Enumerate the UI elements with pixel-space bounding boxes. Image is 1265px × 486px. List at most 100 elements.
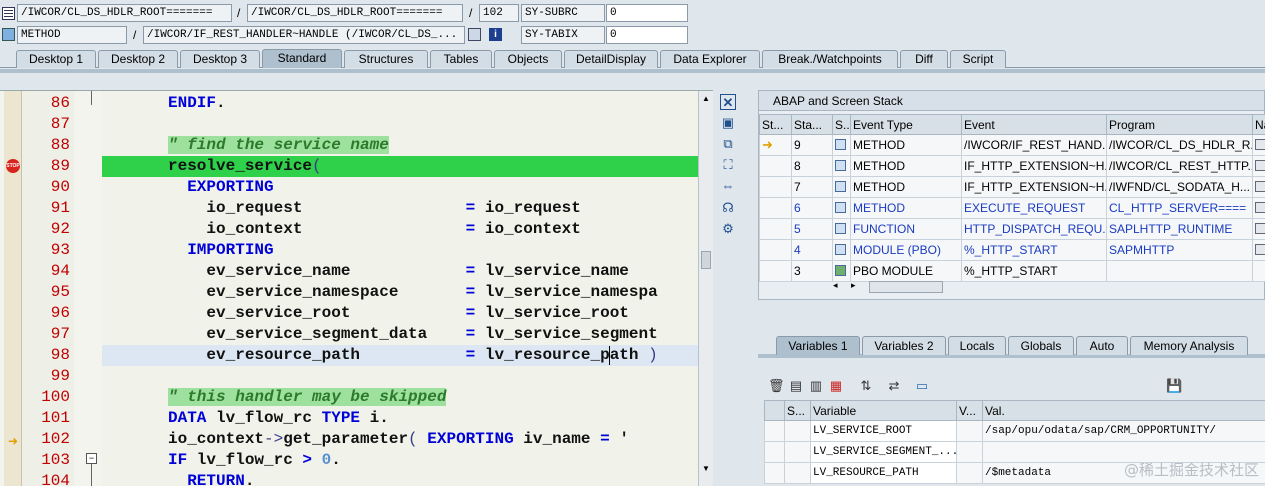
tab-tables[interactable]: Tables [430, 50, 492, 68]
col-na[interactable]: Na [1252, 114, 1265, 135]
save-icon[interactable]: 💾 [1166, 378, 1182, 394]
table-row[interactable]: 4 MODULE (PBO) %_HTTP_START SAPMHTTP [759, 239, 1265, 261]
tab-globals[interactable]: Globals [1008, 336, 1074, 355]
close-icon[interactable]: ✕ [720, 94, 736, 110]
sysvar-value-field[interactable]: 0 [606, 4, 688, 22]
sysvar-name-field[interactable]: SY-SUBRC [521, 4, 605, 22]
remove-row-icon[interactable]: ▦ [828, 378, 844, 394]
tab-variables-2[interactable]: Variables 2 [862, 336, 946, 355]
services-icon[interactable]: ☊ [720, 200, 736, 216]
variable-name[interactable]: LV_SERVICE_SEGMENT_... [810, 441, 957, 463]
table-row[interactable]: 5 FUNCTION HTTP_DISPATCH_REQU... SAPLHTT… [759, 218, 1265, 240]
col-v[interactable]: V... [956, 400, 983, 421]
tab-detail-display[interactable]: DetailDisplay [564, 50, 658, 68]
col-status[interactable]: St... [759, 114, 792, 135]
tab-data-explorer[interactable]: Data Explorer [660, 50, 760, 68]
table-row[interactable]: LV_SERVICE_ROOT /sap/opu/odata/sap/CRM_O… [764, 420, 1265, 442]
sort-icon[interactable]: ⇅ [858, 378, 874, 394]
event-name-field[interactable]: /IWCOR/IF_REST_HANDLER~HANDLE (/IWCOR/CL… [143, 26, 465, 44]
tab-underline [0, 69, 1265, 73]
settings-icon[interactable]: ⚙ [720, 221, 736, 237]
event-type: METHOD [850, 155, 962, 177]
delete-icon[interactable]: 🗑 [768, 378, 785, 394]
append-icon[interactable]: ▥ [808, 378, 824, 394]
tab-break-watchpoints[interactable]: Break./Watchpoints [762, 50, 898, 68]
variable-name[interactable]: LV_SERVICE_ROOT [810, 420, 957, 442]
swap-icon[interactable]: ⇔ [720, 178, 736, 194]
tab-diff[interactable]: Diff [900, 50, 948, 68]
row-selector[interactable] [764, 420, 785, 442]
sysvar2-name-field[interactable]: SY-TABIX [521, 26, 605, 44]
source-code-editor[interactable]: STOP ➜ − 86 ENDIF. 87 88 " find the servic… [0, 90, 713, 486]
event-type: METHOD [850, 176, 962, 198]
variable-name[interactable]: LV_RESOURCE_PATH [810, 462, 957, 484]
col-s[interactable]: S... [784, 400, 811, 421]
event-type-field[interactable]: METHOD [17, 26, 127, 44]
new-tool-icon[interactable]: ▣ [720, 115, 736, 131]
tab-standard[interactable]: Standard [262, 49, 342, 68]
display-icon[interactable] [1252, 239, 1265, 261]
tab-desktop-2[interactable]: Desktop 2 [98, 50, 178, 68]
tab-script[interactable]: Script [950, 50, 1006, 68]
code-line: 91 io_request = io_request [50, 199, 581, 217]
table-row[interactable]: 7 METHOD IF_HTTP_EXTENSION~H... /IWFND/C… [759, 176, 1265, 198]
table-row[interactable]: 3 PBO MODULE %_HTTP_START [759, 260, 1265, 282]
scroll-left-arrow-icon[interactable]: ◂ [833, 280, 838, 291]
maximize-icon[interactable]: ⛶ [720, 157, 736, 173]
display-icon[interactable] [1252, 197, 1265, 219]
col-event-type[interactable]: Event Type [850, 114, 962, 135]
tab-structures[interactable]: Structures [344, 50, 428, 68]
tab-desktop-1[interactable]: Desktop 1 [16, 50, 96, 68]
program [1106, 260, 1253, 282]
col-stack-level[interactable]: Sta... [791, 114, 833, 135]
variable-value[interactable]: /sap/opu/odata/sap/CRM_OPPORTUNITY/ [982, 420, 1265, 442]
folder-icon[interactable]: ▭ [914, 378, 930, 394]
h-scrollbar[interactable]: ◂ ▸ [833, 280, 953, 294]
tab-variables-1[interactable]: Variables 1 [776, 336, 860, 355]
table-row[interactable]: ➜ 9 METHOD /IWCOR/IF_REST_HAND... /IWCOR… [759, 134, 1265, 156]
line-number-field[interactable]: 102 [479, 4, 519, 22]
tab-desktop-3[interactable]: Desktop 3 [180, 50, 260, 68]
navigate-icon[interactable] [468, 28, 481, 41]
tab-auto[interactable]: Auto [1076, 336, 1128, 355]
display-icon[interactable] [1252, 155, 1265, 177]
display-icon[interactable] [1252, 218, 1265, 240]
scroll-up-arrow-icon[interactable]: ▲ [700, 93, 712, 105]
stack-table: St... Sta... S... Event Type Event Progr… [759, 114, 1265, 282]
scroll-right-arrow-icon[interactable]: ▸ [851, 280, 856, 291]
display-icon[interactable] [1252, 176, 1265, 198]
col-s[interactable]: S... [832, 114, 851, 135]
transfer-icon[interactable]: ⇄ [886, 378, 902, 394]
code-line: 94 ev_service_name = lv_service_name [50, 262, 629, 280]
col-variable[interactable]: Variable [810, 400, 957, 421]
col-value[interactable]: Val. [982, 400, 1265, 421]
table-row[interactable]: 6 METHOD EXECUTE_REQUEST CL_HTTP_SERVER=… [759, 197, 1265, 219]
col-program[interactable]: Program [1106, 114, 1253, 135]
row-selector[interactable] [764, 441, 785, 463]
event-type-icon [832, 155, 851, 177]
include-field[interactable]: /IWCOR/CL_DS_HDLR_ROOT======= [247, 4, 463, 22]
program-field[interactable]: /IWCOR/CL_DS_HDLR_ROOT======= [17, 4, 232, 22]
code-line: 103 IF lv_flow_rc > 0. [41, 451, 341, 469]
info-icon[interactable]: i [489, 28, 502, 41]
scroll-thumb[interactable] [701, 251, 711, 269]
row-selector[interactable] [764, 462, 785, 484]
program: SAPMHTTP [1106, 239, 1253, 261]
sysvar2-value-field[interactable]: 0 [606, 26, 688, 44]
code-line: 104 RETURN. [41, 472, 255, 486]
code-line: 100 " this handler may be skipped [41, 388, 447, 406]
scroll-down-arrow-icon[interactable]: ▼ [700, 463, 712, 475]
tab-locals[interactable]: Locals [948, 336, 1006, 355]
display-icon[interactable] [1252, 134, 1265, 156]
tab-objects[interactable]: Objects [494, 50, 562, 68]
h-scroll-thumb[interactable] [869, 281, 943, 293]
tab-memory-analysis[interactable]: Memory Analysis [1130, 336, 1248, 355]
table-row[interactable]: 8 METHOD IF_HTTP_EXTENSION~H... /IWCOR/C… [759, 155, 1265, 177]
code-line: 99 [50, 367, 70, 385]
abap-stack-panel: ABAP and Screen Stack St... Sta... S... … [758, 90, 1265, 300]
insert-icon[interactable]: ▤ [788, 378, 804, 394]
editor-scrollbar[interactable]: ▲ ▼ [698, 91, 713, 486]
replace-tool-icon[interactable]: ⧉ [720, 136, 736, 152]
method-icon [2, 28, 15, 41]
col-event[interactable]: Event [961, 114, 1107, 135]
